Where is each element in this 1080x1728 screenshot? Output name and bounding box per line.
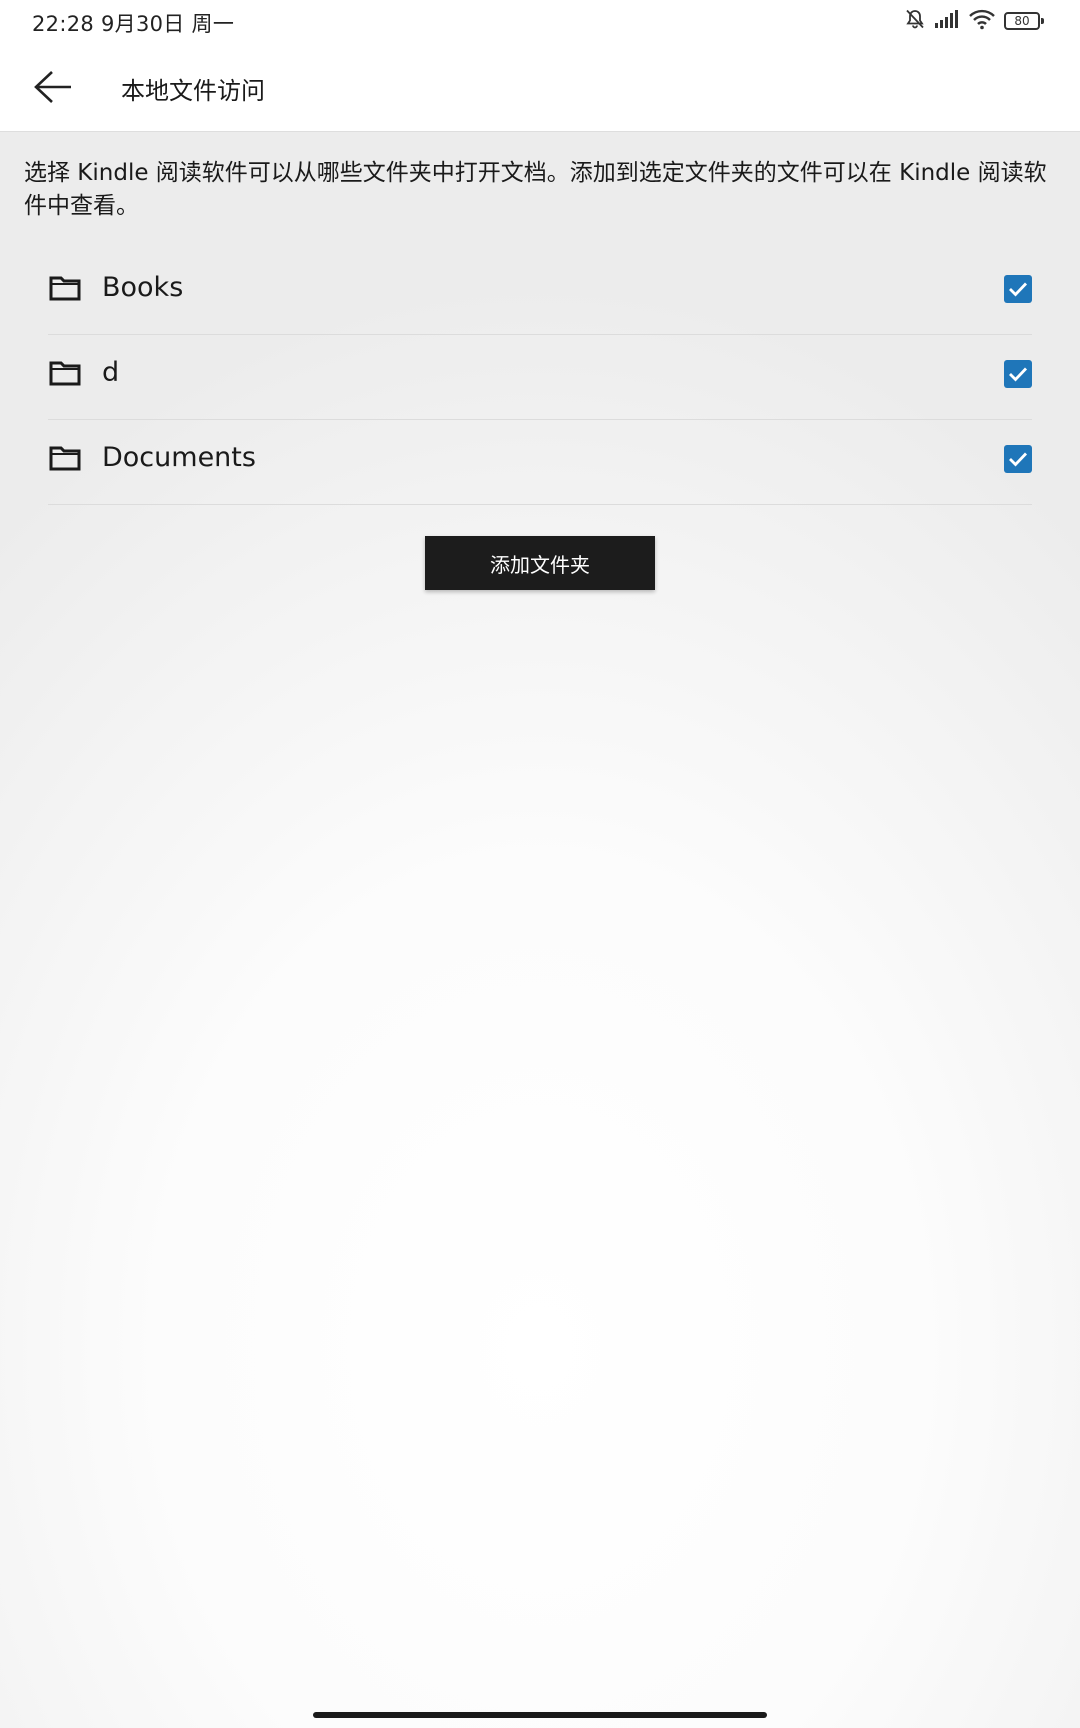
checkmark-icon	[1009, 452, 1028, 467]
checkmark-icon	[1009, 367, 1028, 382]
app-bar: 本地文件访问	[0, 42, 1080, 132]
arrow-left-icon	[34, 71, 71, 103]
folder-icon	[49, 276, 81, 301]
signal-icon	[934, 9, 960, 33]
wifi-icon	[968, 8, 996, 34]
folder-checkbox-books[interactable]	[1004, 275, 1032, 303]
folder-name: Books	[102, 272, 184, 303]
folder-checkbox-documents[interactable]	[1004, 445, 1032, 473]
folder-list: Books d Documents	[48, 250, 1032, 505]
folder-icon	[49, 361, 81, 386]
folder-row-books[interactable]: Books	[48, 250, 1032, 335]
bell-muted-icon	[904, 8, 926, 34]
folder-checkbox-d[interactable]	[1004, 360, 1032, 388]
folder-row-documents[interactable]: Documents	[48, 420, 1032, 505]
folder-name: Documents	[102, 442, 256, 473]
description-text: 选择 Kindle 阅读软件可以从哪些文件夹中打开文档。添加到选定文件夹的文件可…	[24, 160, 1047, 219]
checkmark-icon	[1009, 282, 1028, 297]
folder-icon	[49, 446, 81, 471]
page-title: 本地文件访问	[121, 77, 265, 105]
folder-name: d	[102, 357, 120, 388]
status-time: 22:28 9月30日 周一	[32, 12, 235, 36]
status-icons: 80	[904, 8, 1044, 34]
battery-icon: 80	[1004, 12, 1044, 30]
back-button[interactable]	[28, 62, 78, 112]
add-folder-button[interactable]: 添加文件夹	[425, 536, 655, 590]
folder-row-d[interactable]: d	[48, 335, 1032, 420]
home-indicator[interactable]	[313, 1712, 767, 1718]
status-bar: 22:28 9月30日 周一 80	[0, 0, 1080, 42]
